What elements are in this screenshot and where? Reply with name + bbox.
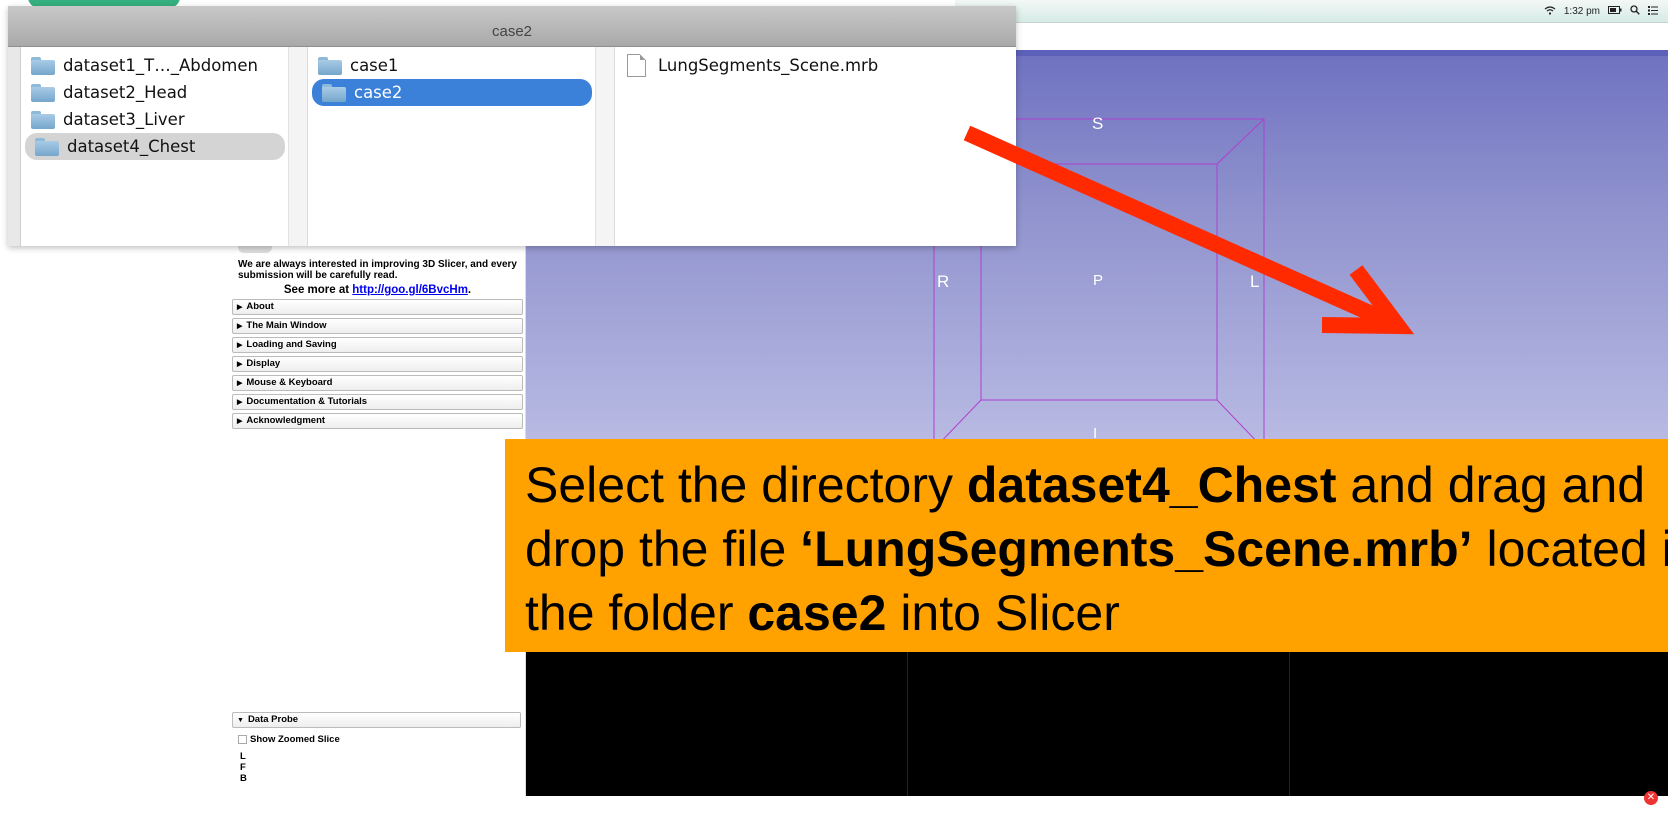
instruction-text-bold: case2: [747, 585, 887, 641]
instruction-text-bold: ‘LungSegments_Scene.mrb’: [800, 521, 1473, 577]
red-arrow-icon: [963, 125, 1415, 335]
instruction-text-part: located in: [1486, 521, 1668, 577]
instruction-text-part: Select the directory: [525, 457, 967, 513]
instruction-text-part: and drag and: [1336, 457, 1646, 513]
instruction-text-bold: dataset4_Chest: [966, 457, 1337, 513]
close-icon[interactable]: ✕: [1644, 791, 1658, 805]
instruction-banner: Select the directory dataset4_Chest and …: [505, 439, 1668, 652]
instruction-text: Select the directory dataset4_Chest and …: [525, 453, 1668, 645]
instruction-text-part: drop the file: [525, 521, 801, 577]
instruction-text-part: into Slicer: [886, 585, 1120, 641]
instruction-text-part: the folder: [525, 585, 748, 641]
